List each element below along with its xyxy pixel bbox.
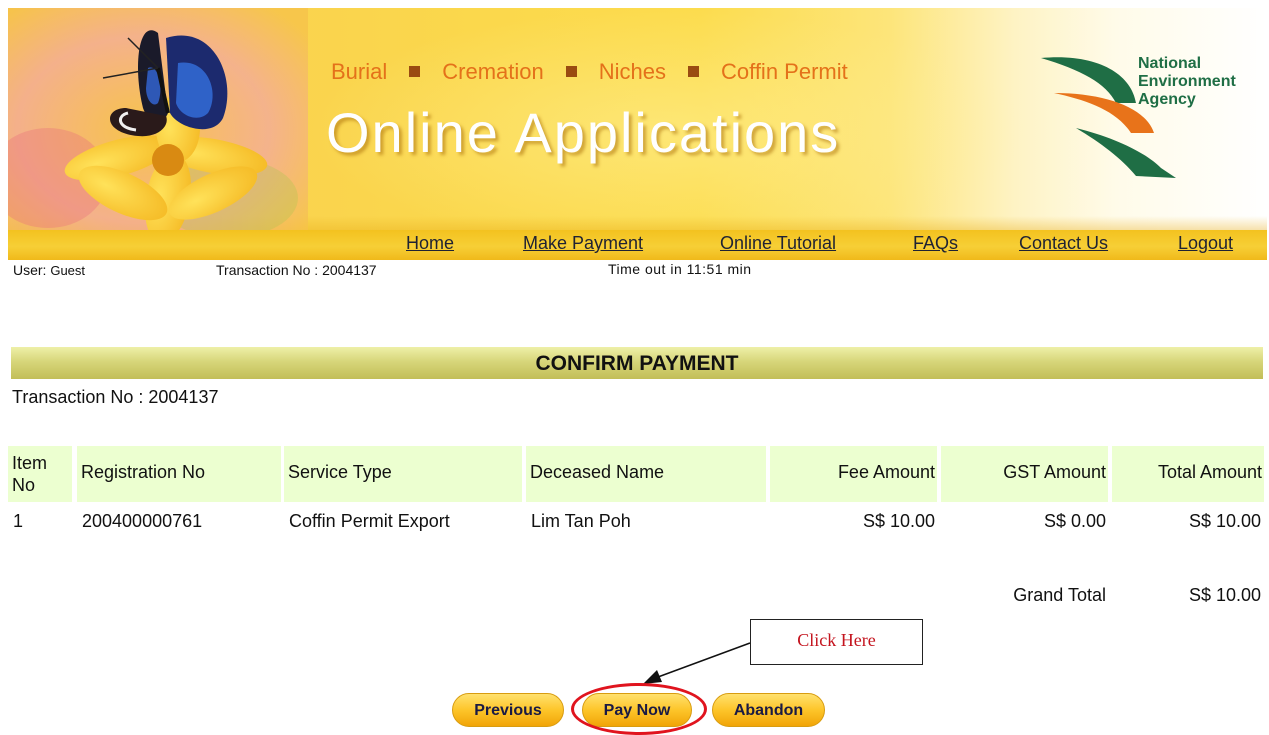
cell-registration-no: 200400000761 <box>82 511 203 531</box>
pay-now-button[interactable]: Pay Now <box>582 693 692 727</box>
click-here-callout: Click Here <box>750 619 923 665</box>
category-coffin-permit: Coffin Permit <box>720 59 848 84</box>
agency-name-line3: Agency <box>1138 91 1196 108</box>
header-fee-amount: Fee Amount <box>770 446 937 502</box>
transaction-value: 2004137 <box>322 262 377 278</box>
butterfly-flower-image <box>8 8 308 230</box>
user-status: User: Guest <box>13 262 85 278</box>
header-total-amount: Total Amount <box>1112 446 1264 502</box>
cell-item-no: 1 <box>13 511 24 531</box>
previous-button[interactable]: Previous <box>452 693 564 727</box>
header-gst-amount-label: GST Amount <box>1003 462 1106 482</box>
cell-service-type: Coffin Permit Export <box>289 511 450 531</box>
user-label: User: <box>13 262 47 278</box>
header-service-type: Service Type <box>284 446 522 502</box>
abandon-button[interactable]: Abandon <box>712 693 825 727</box>
transaction-status: Transaction No : 2004137 <box>216 262 377 278</box>
header-total-amount-label: Total Amount <box>1157 462 1262 482</box>
category-links: Burial Cremation Niches Coffin Permit <box>331 59 848 85</box>
nav-contact-us-link[interactable]: Contact Us <box>1019 233 1108 254</box>
transaction-label: Transaction No : <box>216 262 319 278</box>
header-banner: Burial Cremation Niches Coffin Permit Onlin… <box>8 8 1267 230</box>
category-cremation: Cremation <box>442 59 544 84</box>
cell-gst-amount: S$ 0.00 <box>1043 511 1106 531</box>
nav-bar: Home Make Payment Online Tutorial FAQs C… <box>8 230 1267 260</box>
nav-make-payment-link[interactable]: Make Payment <box>523 233 643 254</box>
header-service-type-label: Service Type <box>288 462 392 482</box>
agency-name: National Environment Agency <box>1138 55 1236 109</box>
header-deceased-name: Deceased Name <box>526 446 766 502</box>
nav-faqs-link[interactable]: FAQs <box>913 233 958 254</box>
header-item-no: Item No <box>8 446 72 502</box>
nav-online-tutorial-link[interactable]: Online Tutorial <box>720 233 836 254</box>
category-niches: Niches <box>598 59 666 84</box>
section-title: CONFIRM PAYMENT <box>535 352 739 375</box>
user-value: Guest <box>50 263 86 278</box>
square-bullet-icon <box>409 66 421 77</box>
section-header: CONFIRM PAYMENT <box>11 347 1263 379</box>
cell-total-amount: S$ 10.00 <box>1188 511 1261 531</box>
banner-title: Online Applications <box>326 101 841 164</box>
cell-deceased-name: Lim Tan Poh <box>531 511 631 531</box>
grand-total-value: S$ 10.00 <box>1188 585 1261 605</box>
header-item-no-label: Item No <box>12 453 48 495</box>
category-burial: Burial <box>331 59 388 84</box>
square-bullet-icon <box>565 66 577 77</box>
cell-fee-amount: S$ 10.00 <box>862 511 935 531</box>
agency-name-line2: Environment <box>1138 73 1236 90</box>
nav-home-link[interactable]: Home <box>406 233 454 254</box>
header-gst-amount: GST Amount <box>941 446 1108 502</box>
square-bullet-icon <box>687 66 699 77</box>
grand-total-label: Grand Total <box>1013 585 1106 605</box>
session-timeout: Time out in 11:51 min <box>608 261 752 277</box>
header-registration-no: Registration No <box>77 446 281 502</box>
header-registration-no-label: Registration No <box>81 462 206 482</box>
nav-logout-link[interactable]: Logout <box>1178 233 1233 254</box>
header-fee-amount-label: Fee Amount <box>837 462 935 482</box>
header-deceased-name-label: Deceased Name <box>530 462 665 482</box>
agency-name-line1: National <box>1138 55 1202 72</box>
transaction-number: Transaction No : 2004137 <box>12 387 219 407</box>
